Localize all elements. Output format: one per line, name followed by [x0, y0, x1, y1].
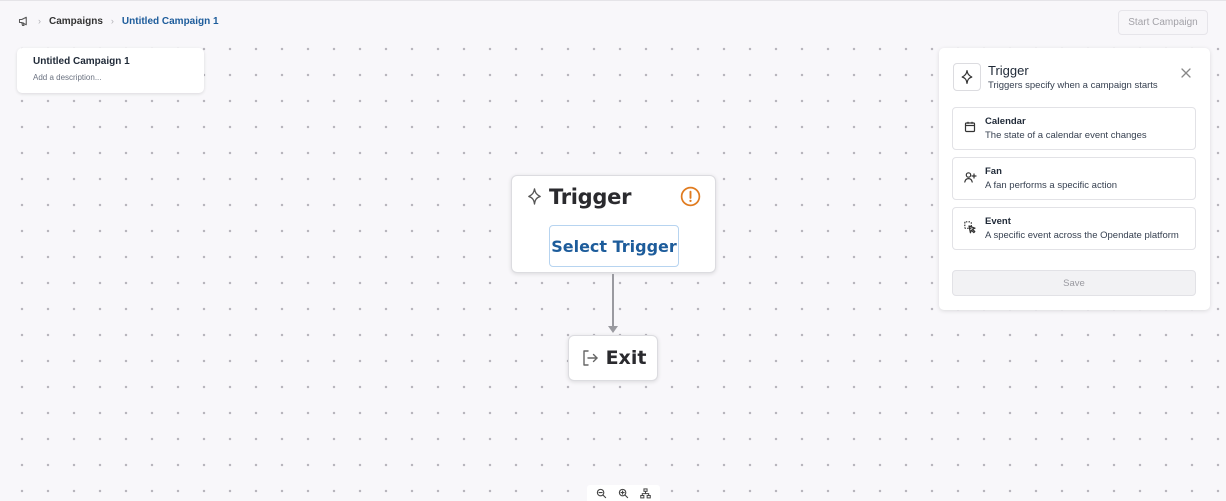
top-bar: › Campaigns › Untitled Campaign 1 Start … [0, 0, 1226, 42]
zoom-in-icon[interactable] [618, 488, 629, 499]
megaphone-icon[interactable] [18, 15, 30, 27]
breadcrumb-current[interactable]: Untitled Campaign 1 [122, 16, 219, 27]
user-plus-icon [963, 170, 977, 184]
zoom-controls [587, 485, 660, 501]
cursor-click-icon [963, 220, 977, 234]
breadcrumb-separator: › [38, 16, 41, 26]
fit-view-icon[interactable] [639, 487, 651, 499]
trigger-node-title: Trigger [549, 185, 632, 209]
select-trigger-button[interactable]: Select Trigger [549, 225, 679, 267]
campaign-info-card: Untitled Campaign 1 Add a description... [17, 48, 204, 93]
option-description: A specific event across the Opendate pla… [985, 230, 1179, 241]
warning-circle-icon [680, 186, 701, 207]
breadcrumb: › Campaigns › Untitled Campaign 1 [18, 15, 219, 27]
sparkle-icon [953, 63, 981, 91]
panel-title: Trigger [988, 63, 1029, 78]
campaign-title[interactable]: Untitled Campaign 1 [33, 56, 188, 67]
start-campaign-button[interactable]: Start Campaign [1118, 10, 1208, 35]
option-description: The state of a calendar event changes [985, 130, 1147, 141]
option-description: A fan performs a specific action [985, 180, 1118, 191]
trigger-option-calendar[interactable]: Calendar The state of a calendar event c… [952, 107, 1196, 150]
campaign-description-field[interactable]: Add a description... [33, 73, 188, 82]
panel-subtitle: Triggers specify when a campaign starts [988, 80, 1158, 91]
save-button[interactable]: Save [952, 270, 1196, 296]
calendar-icon [963, 120, 977, 134]
option-title: Event [985, 216, 1011, 227]
trigger-option-fan[interactable]: Fan A fan performs a specific action [952, 157, 1196, 200]
close-icon[interactable] [1180, 66, 1192, 78]
exit-node-label: Exit [605, 347, 647, 369]
trigger-side-panel: Trigger Triggers specify when a campaign… [939, 48, 1210, 310]
edge-arrow [608, 326, 618, 333]
trigger-node[interactable]: Trigger Select Trigger [511, 175, 716, 273]
zoom-out-icon[interactable] [596, 488, 607, 499]
edge-connector [612, 274, 614, 330]
breadcrumb-campaigns[interactable]: Campaigns [49, 16, 103, 27]
sparkle-icon [525, 187, 544, 206]
exit-icon [580, 348, 600, 368]
breadcrumb-separator: › [110, 16, 114, 26]
trigger-option-event[interactable]: Event A specific event across the Openda… [952, 207, 1196, 250]
option-title: Fan [985, 166, 1002, 177]
exit-node[interactable]: Exit [568, 335, 658, 381]
option-title: Calendar [985, 116, 1026, 127]
